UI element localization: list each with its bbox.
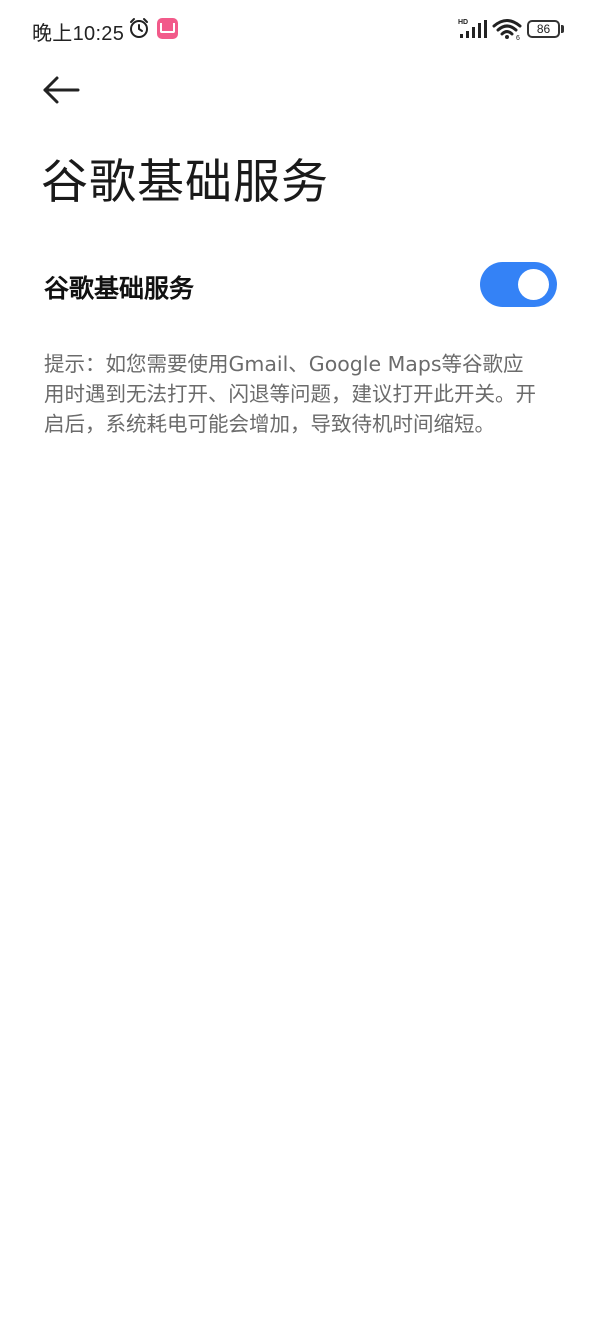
svg-text:6: 6 (516, 35, 520, 41)
battery-icon: 86 (527, 20, 564, 38)
status-bar: 晚上10:25 HD 6 86 (0, 0, 600, 58)
arrow-left-icon (43, 76, 80, 104)
battery-level: 86 (536, 22, 551, 36)
google-services-setting-row[interactable]: 谷歌基础服务 (0, 250, 600, 322)
status-time: 晚上10:25 (32, 23, 125, 45)
setting-label: 谷歌基础服务 (44, 274, 195, 303)
svg-text:HD: HD (458, 19, 468, 26)
wifi-icon: 6 (492, 19, 522, 41)
google-services-toggle[interactable] (480, 262, 557, 307)
page-title: 谷歌基础服务 (41, 155, 329, 210)
app-icon (157, 18, 178, 39)
hd-signal-icon: HD (458, 19, 487, 38)
toggle-knob (518, 269, 549, 300)
back-button[interactable] (40, 72, 82, 108)
alarm-icon (130, 18, 148, 38)
hint-text: 提示：如您需要使用Gmail、Google Maps等谷歌应用时遇到无法打开、闪… (44, 352, 536, 436)
